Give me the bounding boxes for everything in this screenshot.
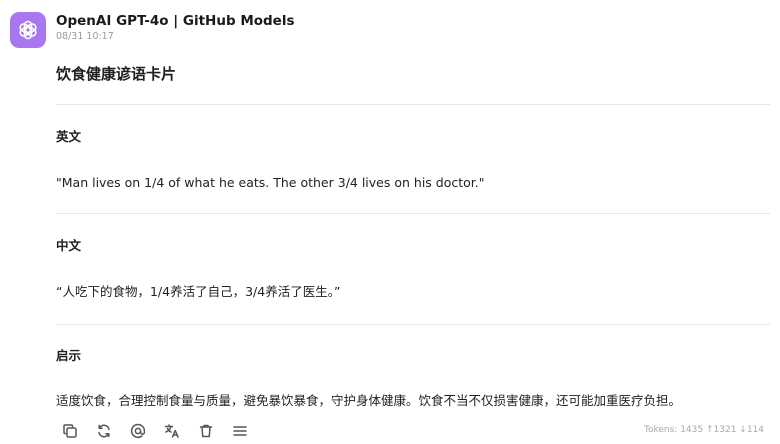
copy-button[interactable] (60, 421, 80, 441)
delete-icon (199, 424, 213, 438)
translate-icon (164, 424, 179, 438)
token-count: Tokens: 1435 ↑1321 ↓114 (644, 425, 764, 435)
card-title: 饮食健康谚语卡片 (56, 65, 177, 83)
section-body-insight: 适度饮食，合理控制食量与质量，避免暴饮暴食，守护身体健康。饮食不当不仅损害健康，… (56, 393, 682, 408)
regenerate-button[interactable] (94, 421, 114, 441)
delete-button[interactable] (196, 421, 216, 441)
mention-button[interactable] (128, 421, 148, 441)
copy-icon (63, 424, 77, 438)
mention-icon (130, 423, 146, 439)
message-header: OpenAI GPT-4o | GitHub Models 08/31 10:1… (56, 12, 295, 42)
menu-icon (233, 426, 247, 436)
translate-button[interactable] (162, 421, 182, 441)
section-body-english: "Man lives on 1/4 of what he eats. The o… (56, 175, 485, 190)
section-heading-chinese: 中文 (56, 238, 82, 253)
message-content: 饮食健康谚语卡片 英文 "Man lives on 1/4 of what he… (56, 62, 770, 411)
section-heading-insight: 启示 (56, 348, 82, 363)
message-timestamp: 08/31 10:17 (56, 31, 114, 42)
assistant-message: OpenAI GPT-4o | GitHub Models 08/31 10:1… (0, 0, 780, 444)
model-avatar (10, 12, 46, 48)
model-name: OpenAI GPT-4o | GitHub Models (56, 13, 295, 29)
more-menu-button[interactable] (230, 421, 250, 441)
section-body-chinese: “人吃下的食物，1/4养活了自己，3/4养活了医生。” (56, 284, 341, 299)
message-toolbar (60, 421, 250, 441)
section-heading-english: 英文 (56, 129, 82, 144)
openai-logo-icon (19, 20, 37, 40)
regenerate-icon (98, 424, 110, 438)
